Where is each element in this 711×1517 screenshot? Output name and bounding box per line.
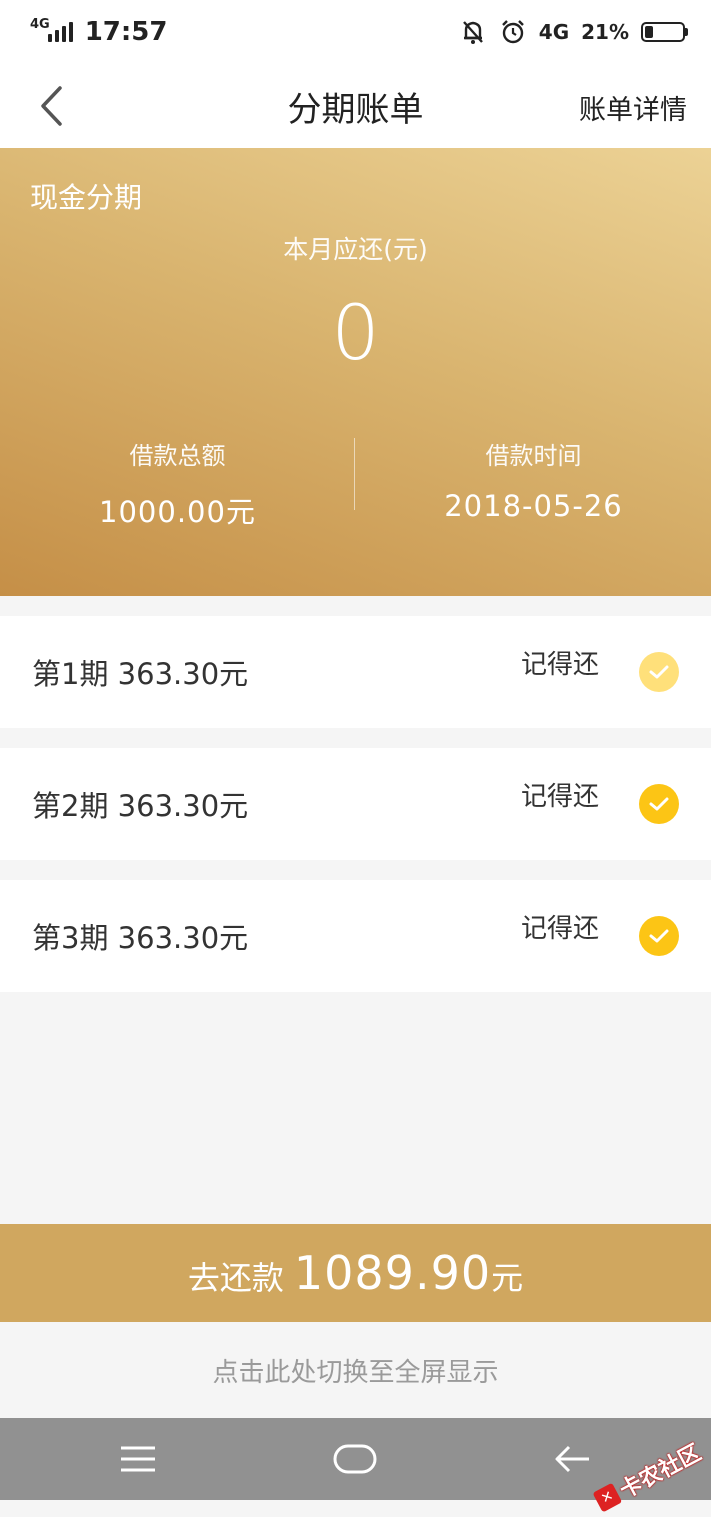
installment-status: 记得还 <box>520 782 599 812</box>
installment-item[interactable]: 第2期 363.30元 记得还 <box>0 748 711 860</box>
installment-item[interactable]: 第1期 363.30元 记得还 <box>0 616 711 728</box>
installment-status: 记得还 <box>520 650 599 680</box>
repay-amount: 1089.90 <box>293 1246 492 1300</box>
due-label: 本月应还(元) <box>283 235 428 264</box>
alarm-icon <box>499 18 527 46</box>
network-type: 4G <box>30 16 50 32</box>
installment-title: 第2期 363.30元 <box>32 789 249 823</box>
system-nav-bar: ✕ 卡农社区 <box>0 1418 711 1513</box>
status-bar-right: 4G 21% <box>459 18 688 46</box>
battery-fill <box>645 26 653 38</box>
repay-unit: 元 <box>491 1259 524 1297</box>
signal-icon <box>47 22 73 42</box>
loan-total-label: 借款总额 <box>129 442 226 470</box>
fullscreen-toggle[interactable]: 点击此处切换至全屏显示 <box>0 1322 711 1418</box>
home-button[interactable] <box>315 1418 395 1500</box>
due-amount: 0 <box>331 288 380 377</box>
bill-summary-card: 现金分期 本月应还(元) 0 借款总额 1000.00元 借款时间 2018-0… <box>0 148 711 596</box>
watermark-text: 卡农社区 <box>615 1440 706 1504</box>
bell-off-icon <box>459 18 487 46</box>
product-label: 现金分期 <box>30 181 143 214</box>
menu-button[interactable] <box>98 1418 178 1500</box>
battery-percent: 21% <box>581 20 629 44</box>
installment-status: 记得还 <box>520 914 599 944</box>
installment-title: 第1期 363.30元 <box>32 657 249 691</box>
back-button[interactable] <box>38 84 78 128</box>
loan-total: 借款总额 1000.00元 <box>0 436 355 531</box>
repay-button[interactable]: 去还款 1089.90 元 <box>0 1224 711 1322</box>
menu-icon <box>121 1446 155 1472</box>
chevron-left-icon <box>41 86 62 126</box>
loan-time-value: 2018-05-26 <box>444 489 623 523</box>
network-type-right: 4G <box>538 20 570 44</box>
check-circle-icon[interactable] <box>639 916 679 956</box>
bill-details-link[interactable]: 账单详情 <box>579 88 687 127</box>
battery-icon <box>641 22 688 42</box>
status-bar-left: 4G 17:57 <box>30 16 168 48</box>
loan-total-value: 1000.00元 <box>99 495 256 529</box>
home-icon <box>333 1444 377 1474</box>
status-time: 17:57 <box>84 17 168 47</box>
back-arrow-icon <box>555 1445 589 1473</box>
installment-item[interactable]: 第3期 363.30元 记得还 <box>0 880 711 992</box>
loan-time-label: 借款时间 <box>485 442 582 470</box>
check-circle-icon[interactable] <box>639 652 679 692</box>
status-bar: 4G 17:57 4G 21% <box>0 0 711 64</box>
loan-time: 借款时间 2018-05-26 <box>356 436 711 523</box>
installment-title: 第3期 363.30元 <box>32 921 249 955</box>
watermark-logo-icon: ✕ <box>592 1482 623 1513</box>
nav-bar: 分期账单 账单详情 <box>0 64 711 148</box>
repay-label: 去还款 <box>187 1259 284 1297</box>
check-circle-icon[interactable] <box>639 784 679 824</box>
hero-divider <box>354 438 355 510</box>
page-title: 分期账单 <box>287 89 424 130</box>
